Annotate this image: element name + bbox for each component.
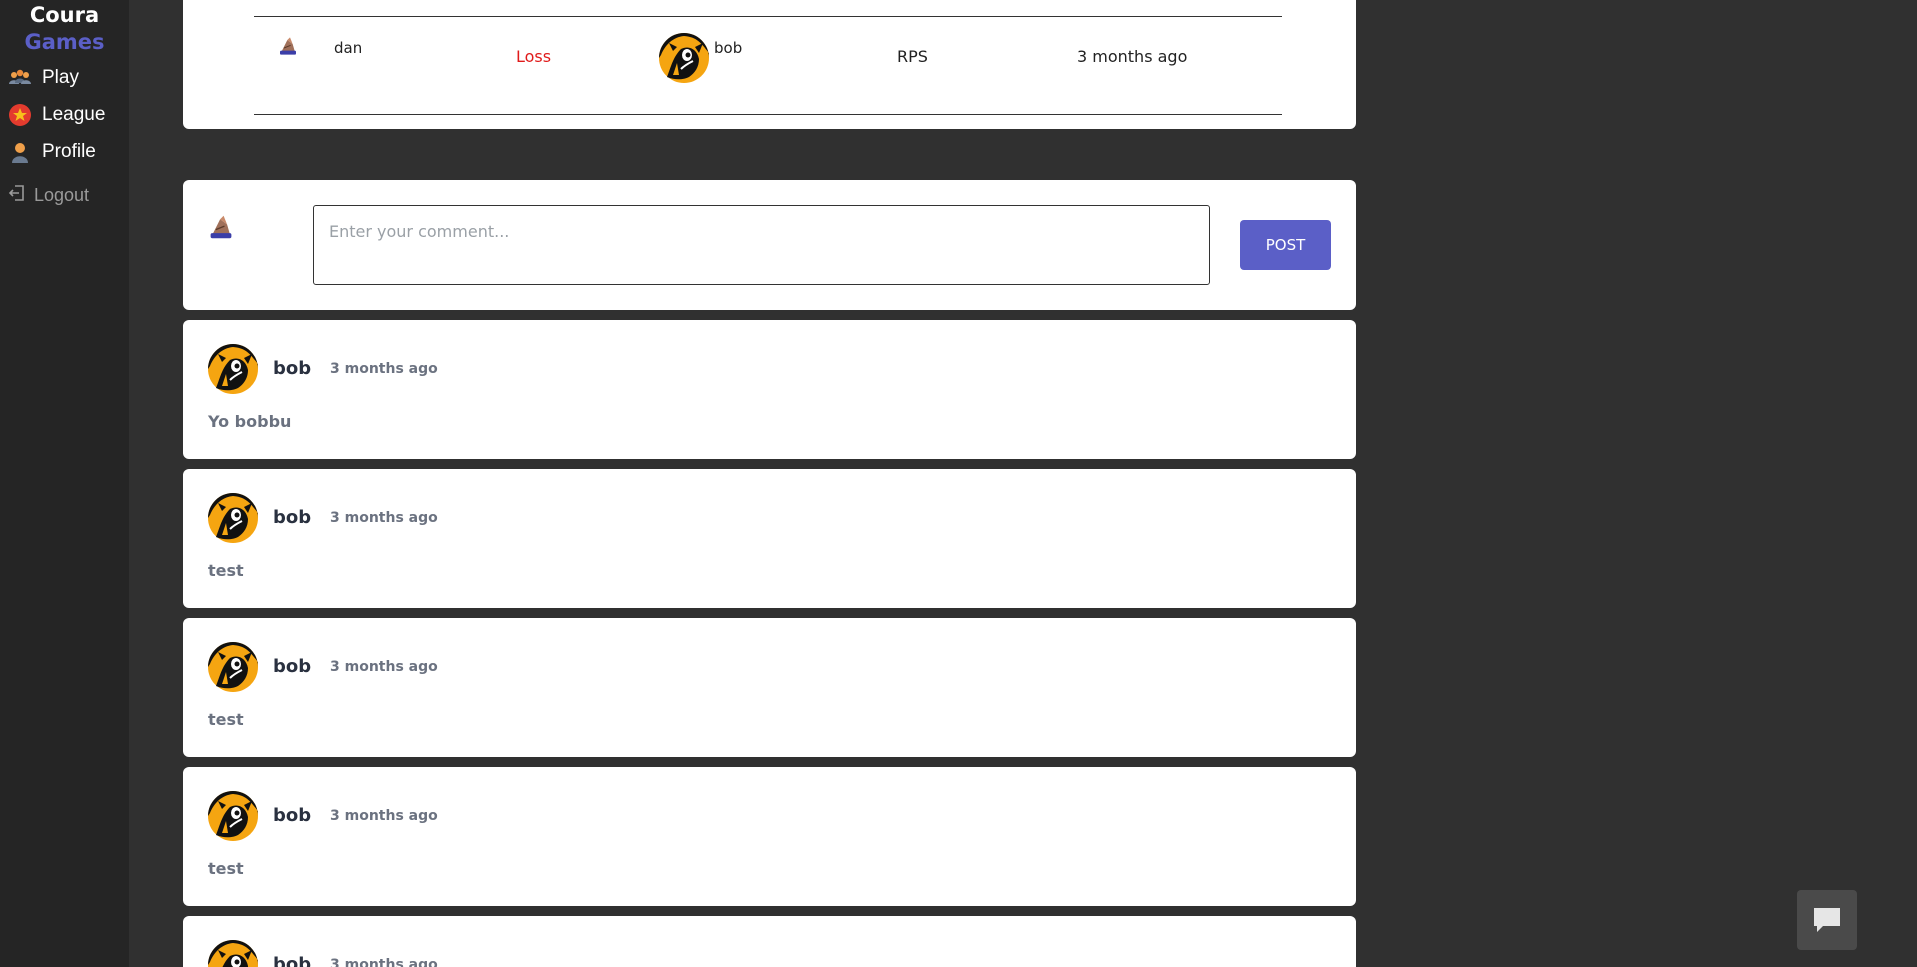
comment-input[interactable] bbox=[313, 205, 1210, 285]
comment-avatar bbox=[208, 642, 258, 692]
comment-item: bob 3 months ago bbox=[183, 916, 1356, 967]
sidebar: Coura Games Play League Profile Logout bbox=[0, 0, 129, 967]
comment-author[interactable]: bob bbox=[273, 358, 311, 379]
people-icon bbox=[8, 66, 32, 90]
comment-time: 3 months ago bbox=[330, 510, 438, 526]
comment-item: bob 3 months ago test bbox=[183, 469, 1356, 608]
player-avatar bbox=[278, 36, 298, 56]
table-divider bbox=[254, 16, 1282, 17]
comment-avatar bbox=[208, 344, 258, 394]
current-user-avatar bbox=[208, 214, 234, 240]
person-icon bbox=[8, 140, 32, 164]
brand-logo[interactable]: Coura Games bbox=[0, 0, 129, 56]
nav-label-play: Play bbox=[42, 67, 79, 88]
comment-item: bob 3 months ago test bbox=[183, 767, 1356, 906]
star-badge-icon bbox=[8, 103, 32, 127]
comment-composer: POST bbox=[183, 180, 1356, 310]
nav-label-profile: Profile bbox=[42, 141, 96, 162]
nav-item-league[interactable]: League bbox=[8, 103, 105, 127]
comment-avatar bbox=[208, 940, 258, 967]
post-button[interactable]: POST bbox=[1240, 220, 1331, 270]
match-card: dan Loss bob RPS 3 months ago bbox=[183, 0, 1356, 129]
match-time: 3 months ago bbox=[1077, 47, 1188, 66]
comment-text: test bbox=[208, 710, 244, 729]
comment-text: Yo bobbu bbox=[208, 412, 292, 431]
brand-name: Coura bbox=[29, 3, 100, 27]
comment-time: 3 months ago bbox=[330, 361, 438, 377]
brand-subtitle: Games bbox=[24, 30, 105, 54]
player-name[interactable]: dan bbox=[334, 39, 362, 57]
game-name: RPS bbox=[897, 47, 928, 66]
comment-avatar bbox=[208, 791, 258, 841]
comment-item: bob 3 months ago Yo bobbu bbox=[183, 320, 1356, 459]
chat-button[interactable] bbox=[1797, 890, 1857, 950]
comment-text: test bbox=[208, 561, 244, 580]
opponent-name[interactable]: bob bbox=[714, 39, 742, 57]
table-divider bbox=[254, 114, 1282, 115]
nav-label-league: League bbox=[42, 104, 106, 125]
logout-icon bbox=[8, 183, 26, 207]
chat-bubble-icon bbox=[1814, 908, 1840, 932]
opponent-avatar bbox=[659, 33, 709, 83]
logout-button[interactable]: Logout bbox=[8, 183, 89, 207]
comment-author[interactable]: bob bbox=[273, 507, 311, 528]
comment-author[interactable]: bob bbox=[273, 805, 311, 826]
comment-item: bob 3 months ago test bbox=[183, 618, 1356, 757]
comment-avatar bbox=[208, 493, 258, 543]
nav-item-play[interactable]: Play bbox=[8, 66, 79, 90]
comment-time: 3 months ago bbox=[330, 957, 438, 967]
comment-time: 3 months ago bbox=[330, 659, 438, 675]
logout-label: Logout bbox=[34, 184, 90, 205]
nav-item-profile[interactable]: Profile bbox=[8, 140, 96, 164]
comment-author[interactable]: bob bbox=[273, 954, 311, 967]
comment-author[interactable]: bob bbox=[273, 656, 311, 677]
comment-text: test bbox=[208, 859, 244, 878]
match-result: Loss bbox=[516, 47, 552, 66]
comment-time: 3 months ago bbox=[330, 808, 438, 824]
